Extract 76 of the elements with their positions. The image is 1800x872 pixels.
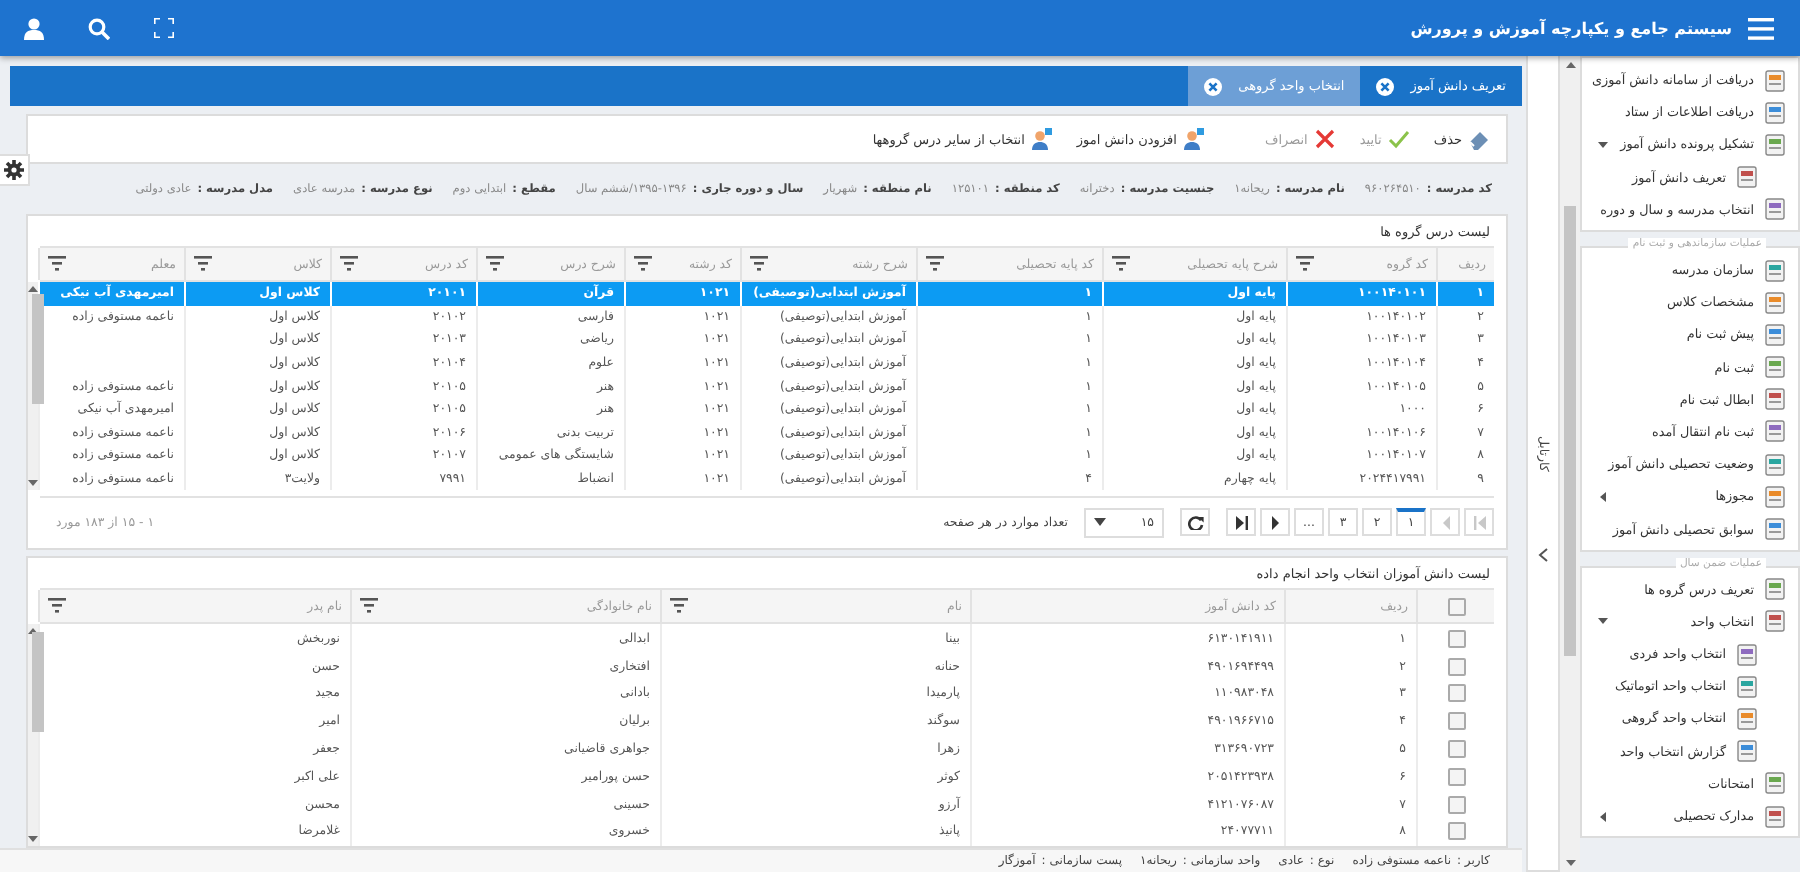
checkbox[interactable] [1447,684,1465,703]
document-icon [1764,291,1786,314]
filter-icon[interactable] [1112,256,1130,272]
caret-down-icon[interactable] [1598,139,1608,150]
document-icon [1764,356,1786,379]
scrollbar[interactable] [1560,56,1580,872]
checkbox[interactable] [1447,795,1465,814]
app-title: سیستم جامع و یکپارچه آموزش و پرورش [1410,19,1732,37]
document-icon [1736,707,1758,730]
filter-icon[interactable] [48,598,66,615]
document-icon [1764,485,1786,508]
filter-icon[interactable] [1296,256,1314,272]
scrollbar-thumb[interactable] [1564,206,1576,656]
scrollbar-thumb[interactable] [32,294,44,404]
document-icon [1736,166,1758,189]
checkbox[interactable] [1447,657,1465,676]
close-icon[interactable] [1376,77,1395,95]
checkbox[interactable] [1447,712,1465,731]
close-icon [1313,128,1336,150]
document-icon [1764,323,1786,346]
checkbox[interactable] [1447,629,1465,648]
filter-icon[interactable] [634,256,652,272]
document-icon [1764,772,1786,795]
menu-icon[interactable] [1748,17,1774,39]
refresh-icon[interactable] [1187,515,1203,530]
document-icon [1764,578,1786,601]
scrollbar-thumb[interactable] [32,632,44,733]
filter-icon[interactable] [340,256,358,272]
document-icon [1736,740,1758,763]
document-icon [1764,518,1786,541]
filter-icon[interactable] [194,256,212,272]
user-plus-icon [1182,128,1205,150]
caret-left-icon[interactable] [1598,491,1608,502]
next-icon[interactable] [1267,515,1283,530]
document-icon [1764,133,1786,156]
scroll-down-icon[interactable] [1565,860,1575,866]
scroll-up-icon[interactable] [1565,62,1575,68]
document-icon [1764,420,1786,443]
check-icon [1387,128,1410,150]
checkbox[interactable] [1447,767,1465,786]
document-icon [1764,610,1786,633]
scroll-up-icon[interactable] [28,286,38,292]
caret-down-icon[interactable] [1598,616,1608,627]
last-page-icon[interactable] [1233,515,1249,530]
scrollbar[interactable] [28,282,38,491]
fullscreen-icon[interactable] [154,18,174,38]
filter-icon[interactable] [926,256,944,272]
user-icon[interactable] [24,17,44,39]
scroll-down-icon[interactable] [28,480,38,487]
filter-icon[interactable] [48,256,66,272]
filter-icon[interactable] [670,598,688,615]
scroll-down-icon[interactable] [28,835,38,842]
filter-icon[interactable] [360,598,378,615]
document-icon [1764,101,1786,124]
document-icon [1764,453,1786,476]
document-icon [1736,675,1758,698]
document-icon [1764,388,1786,411]
filter-icon[interactable] [486,256,504,272]
document-icon [1764,198,1786,221]
scrollbar[interactable] [28,624,38,846]
search-icon[interactable] [88,17,110,39]
filter-icon[interactable] [750,256,768,272]
chevron-left-icon[interactable] [1538,547,1548,562]
checkbox[interactable] [1447,822,1465,841]
document-icon [1764,259,1786,282]
close-icon[interactable] [1204,77,1223,95]
document-icon [1764,805,1786,828]
eraser-icon [1468,128,1490,150]
settings-icon [4,160,24,180]
checkbox[interactable] [1447,597,1465,616]
document-icon [1764,69,1786,92]
caret-left-icon[interactable] [1598,811,1608,822]
settings-button[interactable] [0,154,30,186]
checkbox[interactable] [1447,739,1465,758]
caret-down-icon [1094,518,1106,527]
document-icon [1736,643,1758,666]
